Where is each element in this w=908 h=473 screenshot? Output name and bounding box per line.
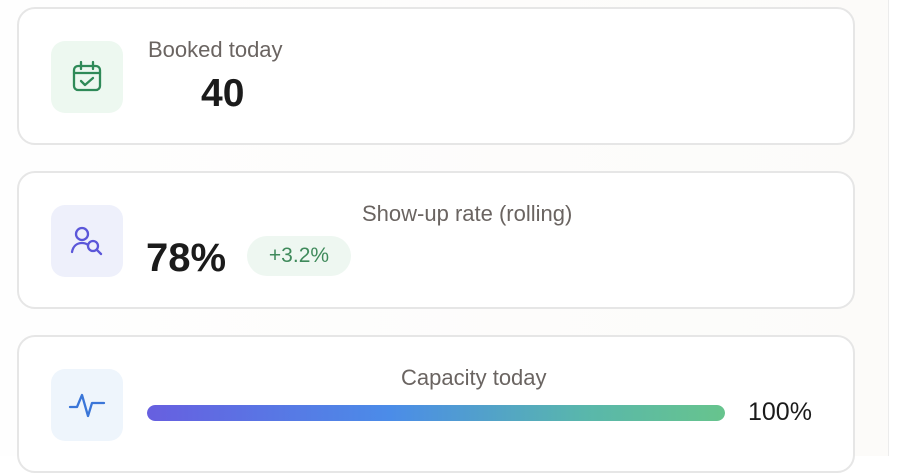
right-edge-divider [888, 0, 908, 456]
show-up-rate-label: Show-up rate (rolling) [362, 201, 573, 226]
show-up-rate-change-badge: +3.2% [247, 236, 351, 276]
booked-today-icon-tile [51, 41, 123, 113]
stats-panel: Booked today 40 Show-up rate (rolling) 7… [0, 0, 888, 473]
activity-pulse-icon [68, 393, 106, 418]
capacity-today-card: Capacity today 100% [17, 335, 855, 473]
show-up-rate-icon-tile [51, 205, 123, 277]
capacity-today-icon-tile [51, 369, 123, 441]
show-up-rate-card: Show-up rate (rolling) 78% +3.2% [17, 171, 855, 309]
booked-today-card: Booked today 40 [17, 7, 855, 145]
capacity-percent: 100% [748, 398, 812, 426]
booked-today-label: Booked today [148, 37, 283, 62]
calendar-check-icon [72, 60, 102, 92]
user-search-icon [70, 226, 103, 256]
show-up-rate-value: 78% [146, 236, 227, 280]
capacity-today-label: Capacity today [401, 365, 547, 390]
booked-today-value: 40 [201, 72, 245, 115]
capacity-progress-bar [147, 405, 725, 421]
capacity-progress-fill [147, 405, 725, 421]
